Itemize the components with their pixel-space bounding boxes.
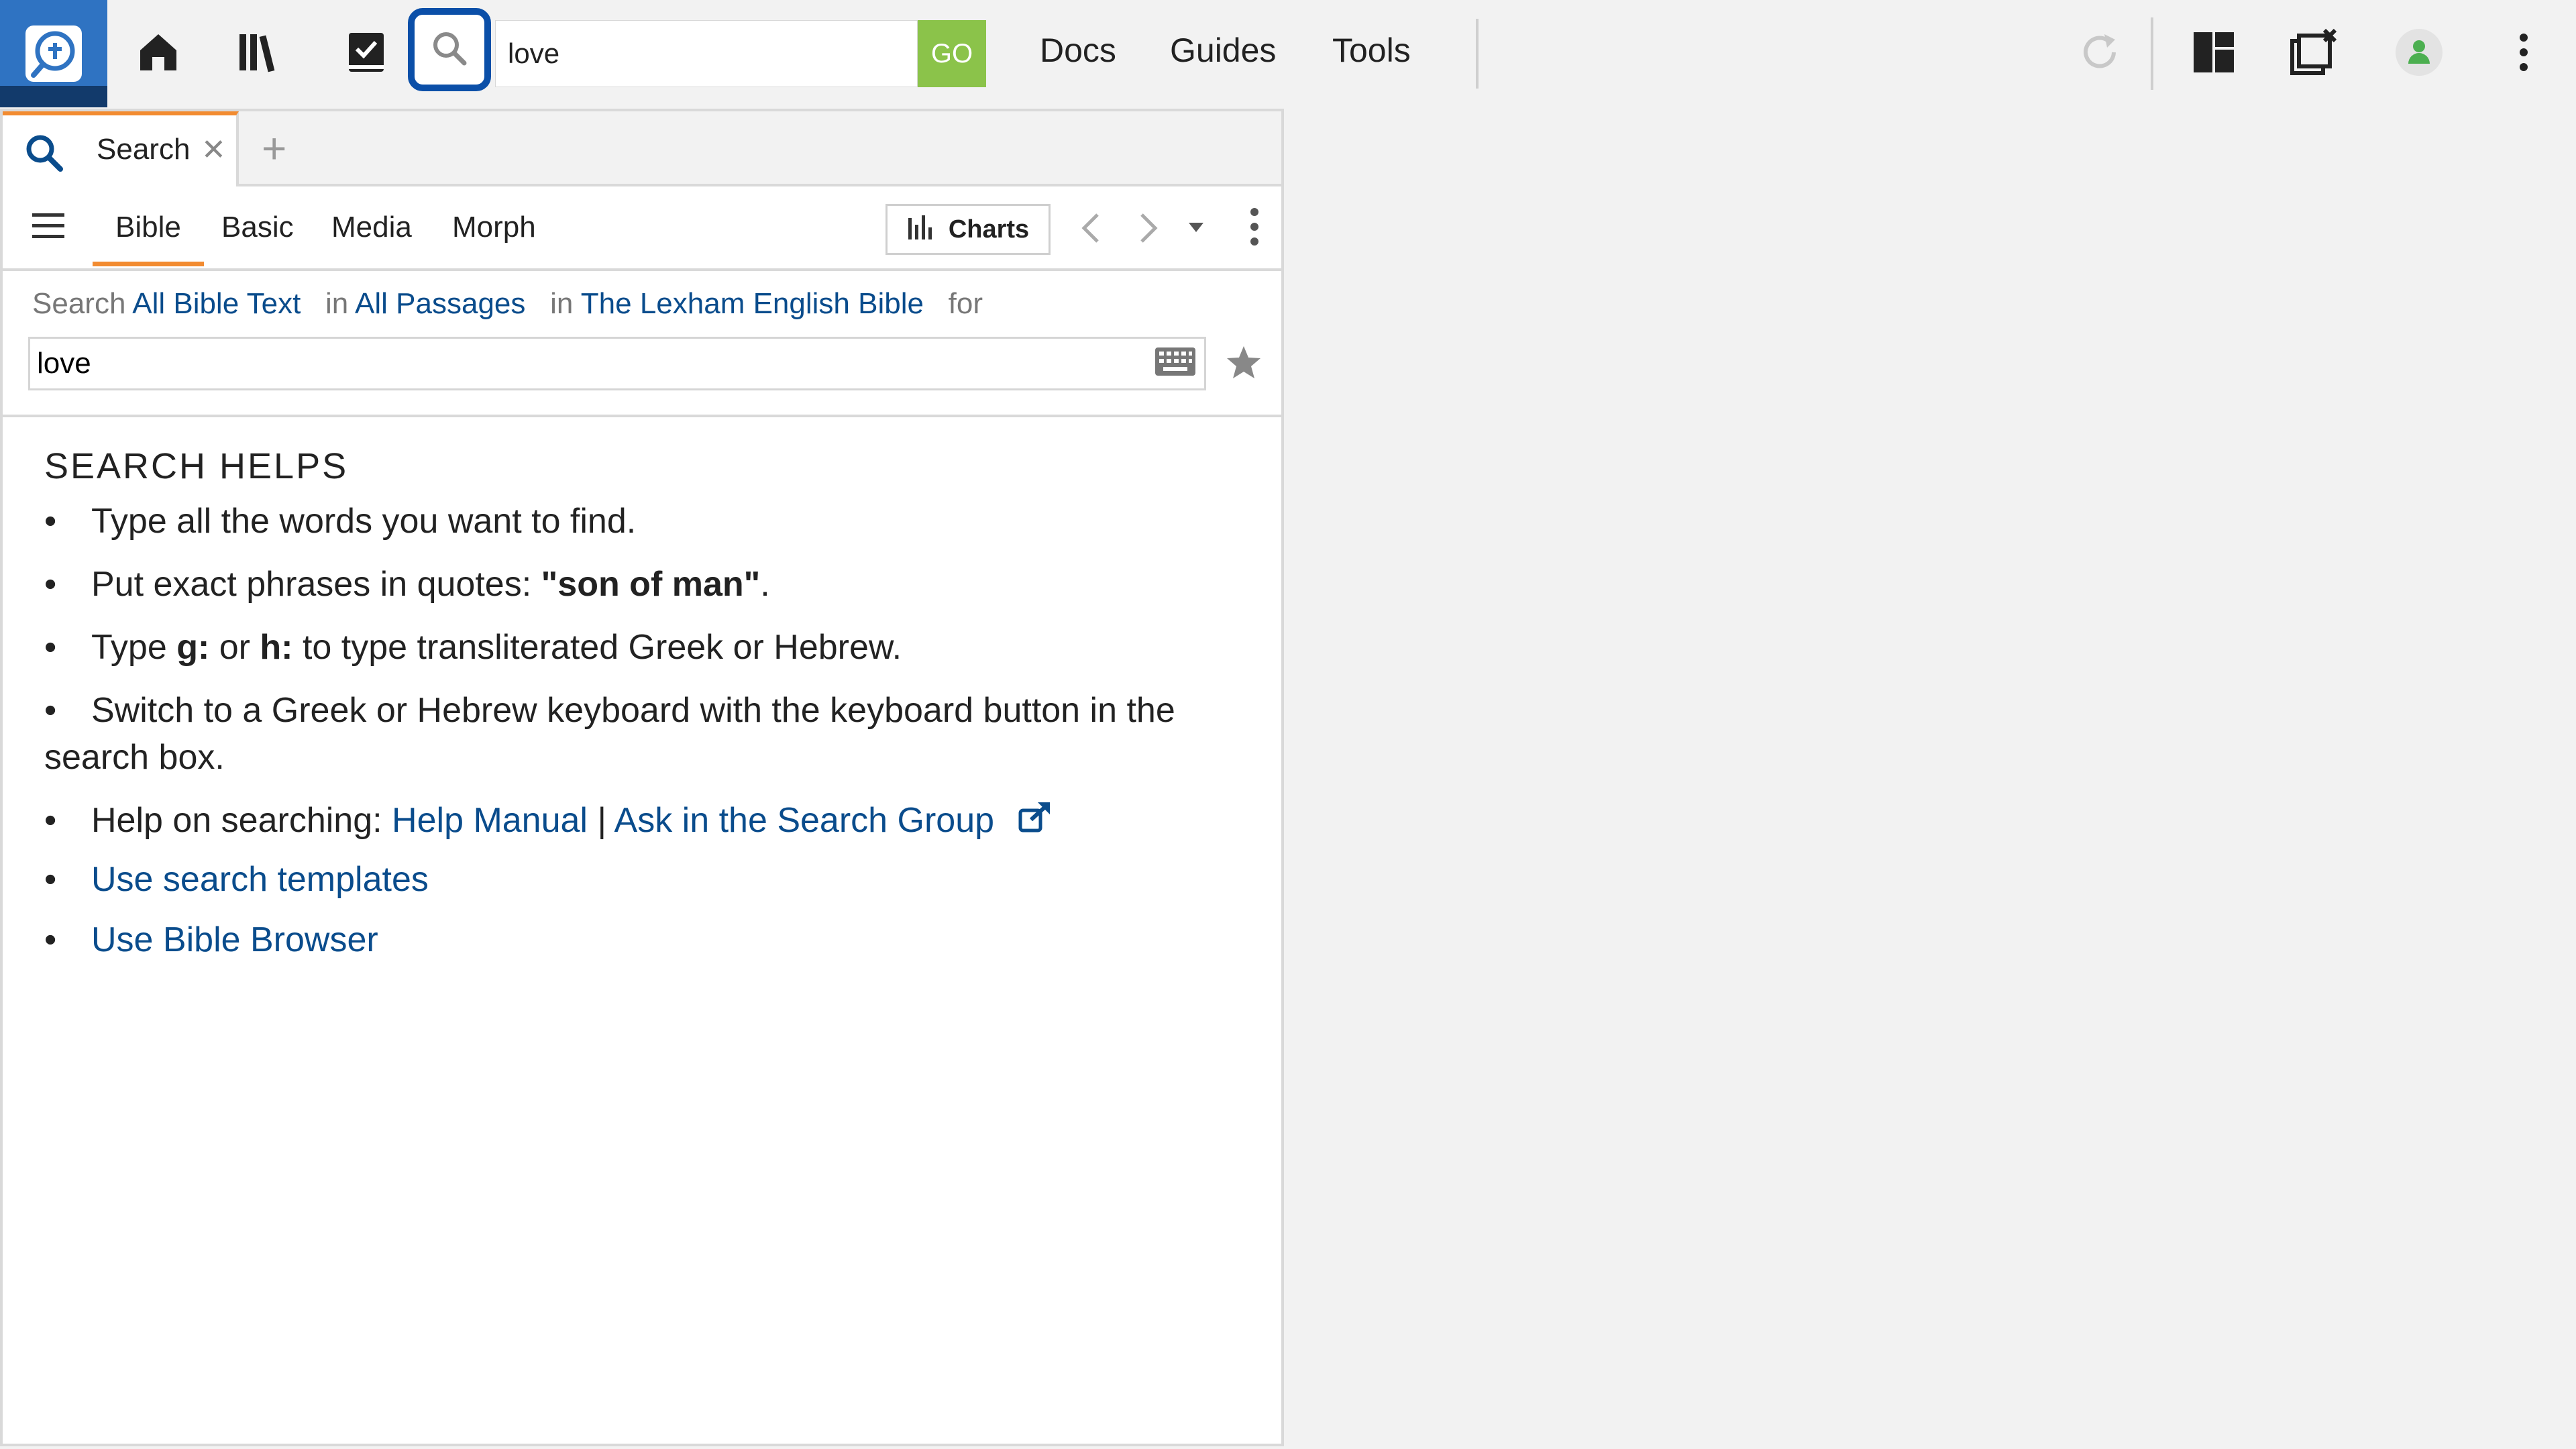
bullet: • bbox=[44, 920, 57, 959]
search-panel: Search ✕ + Bible Basic Media Morph Chart… bbox=[0, 109, 1284, 1446]
tasks-button[interactable] bbox=[333, 20, 400, 87]
favorite-star-icon[interactable] bbox=[1225, 343, 1263, 384]
menu-tools[interactable]: Tools bbox=[1332, 31, 1411, 70]
help-item: • Use Bible Browser bbox=[44, 916, 1272, 963]
add-tab-button[interactable]: + bbox=[262, 123, 286, 173]
search-templates-link[interactable]: Use search templates bbox=[91, 860, 429, 899]
scope-prefix: Search bbox=[32, 287, 126, 320]
close-panels-icon bbox=[2290, 28, 2339, 80]
bar-chart-icon bbox=[907, 213, 936, 246]
help-separator: | bbox=[588, 801, 614, 840]
layout-icon bbox=[2192, 31, 2235, 77]
search-scope-line: Search All Bible Text in All Passages in… bbox=[32, 287, 983, 321]
help-bold-text: "son of man" bbox=[541, 565, 761, 604]
sync-button[interactable] bbox=[2066, 20, 2133, 87]
library-icon bbox=[237, 30, 286, 78]
tab-search[interactable]: Search ✕ bbox=[3, 111, 239, 186]
help-item: • Type g: or h: to type transliterated Gr… bbox=[44, 624, 1272, 671]
scope-suffix: for bbox=[948, 287, 983, 320]
sync-icon bbox=[2076, 29, 2123, 79]
search-helps: SEARCH HELPS • Type all the words you wan… bbox=[3, 415, 1281, 1446]
subtab-bible[interactable]: Bible bbox=[93, 211, 204, 266]
scope-passages-link[interactable]: All Passages bbox=[355, 287, 525, 320]
tasks-icon bbox=[346, 30, 386, 78]
search-icon bbox=[429, 28, 470, 72]
help-item: • Switch to a Greek or Hebrew keyboard wi… bbox=[44, 687, 1272, 781]
menu-guides[interactable]: Guides bbox=[1170, 31, 1276, 70]
user-button[interactable] bbox=[2385, 20, 2453, 87]
help-bold-text: h: bbox=[260, 628, 293, 667]
help-text: to type transliterated Greek or Hebrew. bbox=[292, 628, 902, 667]
help-text: . bbox=[760, 565, 770, 604]
search-helps-title: SEARCH HELPS bbox=[44, 446, 349, 486]
close-panels-button[interactable] bbox=[2281, 20, 2348, 87]
subtab-morph[interactable]: Morph bbox=[452, 211, 536, 244]
search-group-link[interactable]: Ask in the Search Group bbox=[614, 801, 995, 840]
help-text: or bbox=[209, 628, 260, 667]
scope-in-1: in bbox=[325, 287, 349, 320]
keyboard-icon[interactable] bbox=[1154, 345, 1197, 382]
help-item: • Type all the words you want to find. bbox=[44, 498, 1272, 545]
search-type-nav: Bible Basic Media Morph Charts bbox=[3, 186, 1281, 271]
more-vertical-icon bbox=[2517, 31, 2530, 77]
search-mode-button[interactable] bbox=[408, 8, 491, 91]
home-button[interactable] bbox=[125, 20, 192, 87]
bullet: • bbox=[44, 565, 57, 604]
hamburger-menu-icon[interactable] bbox=[31, 209, 66, 245]
top-toolbar: GO Docs Guides Tools bbox=[0, 0, 2576, 107]
subtab-media[interactable]: Media bbox=[331, 211, 412, 244]
bullet: • bbox=[44, 691, 57, 730]
charts-button[interactable]: Charts bbox=[885, 204, 1051, 255]
search-icon bbox=[23, 131, 66, 178]
home-icon bbox=[136, 30, 180, 78]
more-menu-button[interactable] bbox=[2490, 20, 2557, 87]
app-logo-icon bbox=[25, 25, 82, 82]
close-tab-icon[interactable]: ✕ bbox=[201, 133, 226, 167]
command-search-input[interactable] bbox=[495, 20, 918, 87]
panel-more-vertical-icon[interactable] bbox=[1249, 207, 1260, 250]
query-input[interactable] bbox=[28, 337, 1206, 390]
forward-arrow-icon[interactable] bbox=[1135, 211, 1162, 249]
help-text: Type bbox=[91, 628, 177, 667]
layout-button[interactable] bbox=[2180, 20, 2247, 87]
scope-in-2: in bbox=[550, 287, 574, 320]
bullet: • bbox=[44, 801, 57, 840]
bullet: • bbox=[44, 860, 57, 899]
help-bold-text: g: bbox=[176, 628, 210, 667]
help-manual-link[interactable]: Help Manual bbox=[392, 801, 588, 840]
help-text: Put exact phrases in quotes: bbox=[91, 565, 541, 604]
library-button[interactable] bbox=[228, 20, 295, 87]
charts-label: Charts bbox=[948, 215, 1030, 244]
help-text: Type all the words you want to find. bbox=[91, 502, 637, 541]
app-logo[interactable] bbox=[0, 0, 107, 107]
bullet: • bbox=[44, 502, 57, 541]
user-icon bbox=[2394, 28, 2444, 80]
help-text: Switch to a Greek or Hebrew keyboard wit… bbox=[44, 691, 1175, 777]
scope-resource-link[interactable]: The Lexham English Bible bbox=[581, 287, 924, 320]
bullet: • bbox=[44, 628, 57, 667]
history-dropdown-icon[interactable] bbox=[1187, 221, 1205, 237]
bible-browser-link[interactable]: Use Bible Browser bbox=[91, 920, 378, 959]
panel-tab-bar: Search ✕ + bbox=[3, 111, 1281, 186]
help-item: • Use search templates bbox=[44, 856, 1272, 903]
external-link-icon[interactable] bbox=[1018, 800, 1051, 847]
toolbar-divider-2 bbox=[2151, 17, 2153, 90]
scope-target-link[interactable]: All Bible Text bbox=[132, 287, 301, 320]
help-item: • Help on searching: Help Manual | Ask in… bbox=[44, 797, 1272, 847]
back-arrow-icon[interactable] bbox=[1077, 211, 1104, 249]
menu-docs[interactable]: Docs bbox=[1040, 31, 1116, 70]
tab-search-label: Search bbox=[97, 133, 191, 166]
help-text: Help on searching: bbox=[91, 801, 392, 840]
subtab-basic[interactable]: Basic bbox=[221, 211, 294, 244]
go-button[interactable]: GO bbox=[918, 20, 986, 87]
help-item: • Put exact phrases in quotes: "son of ma… bbox=[44, 561, 1272, 608]
toolbar-divider bbox=[1476, 19, 1479, 89]
